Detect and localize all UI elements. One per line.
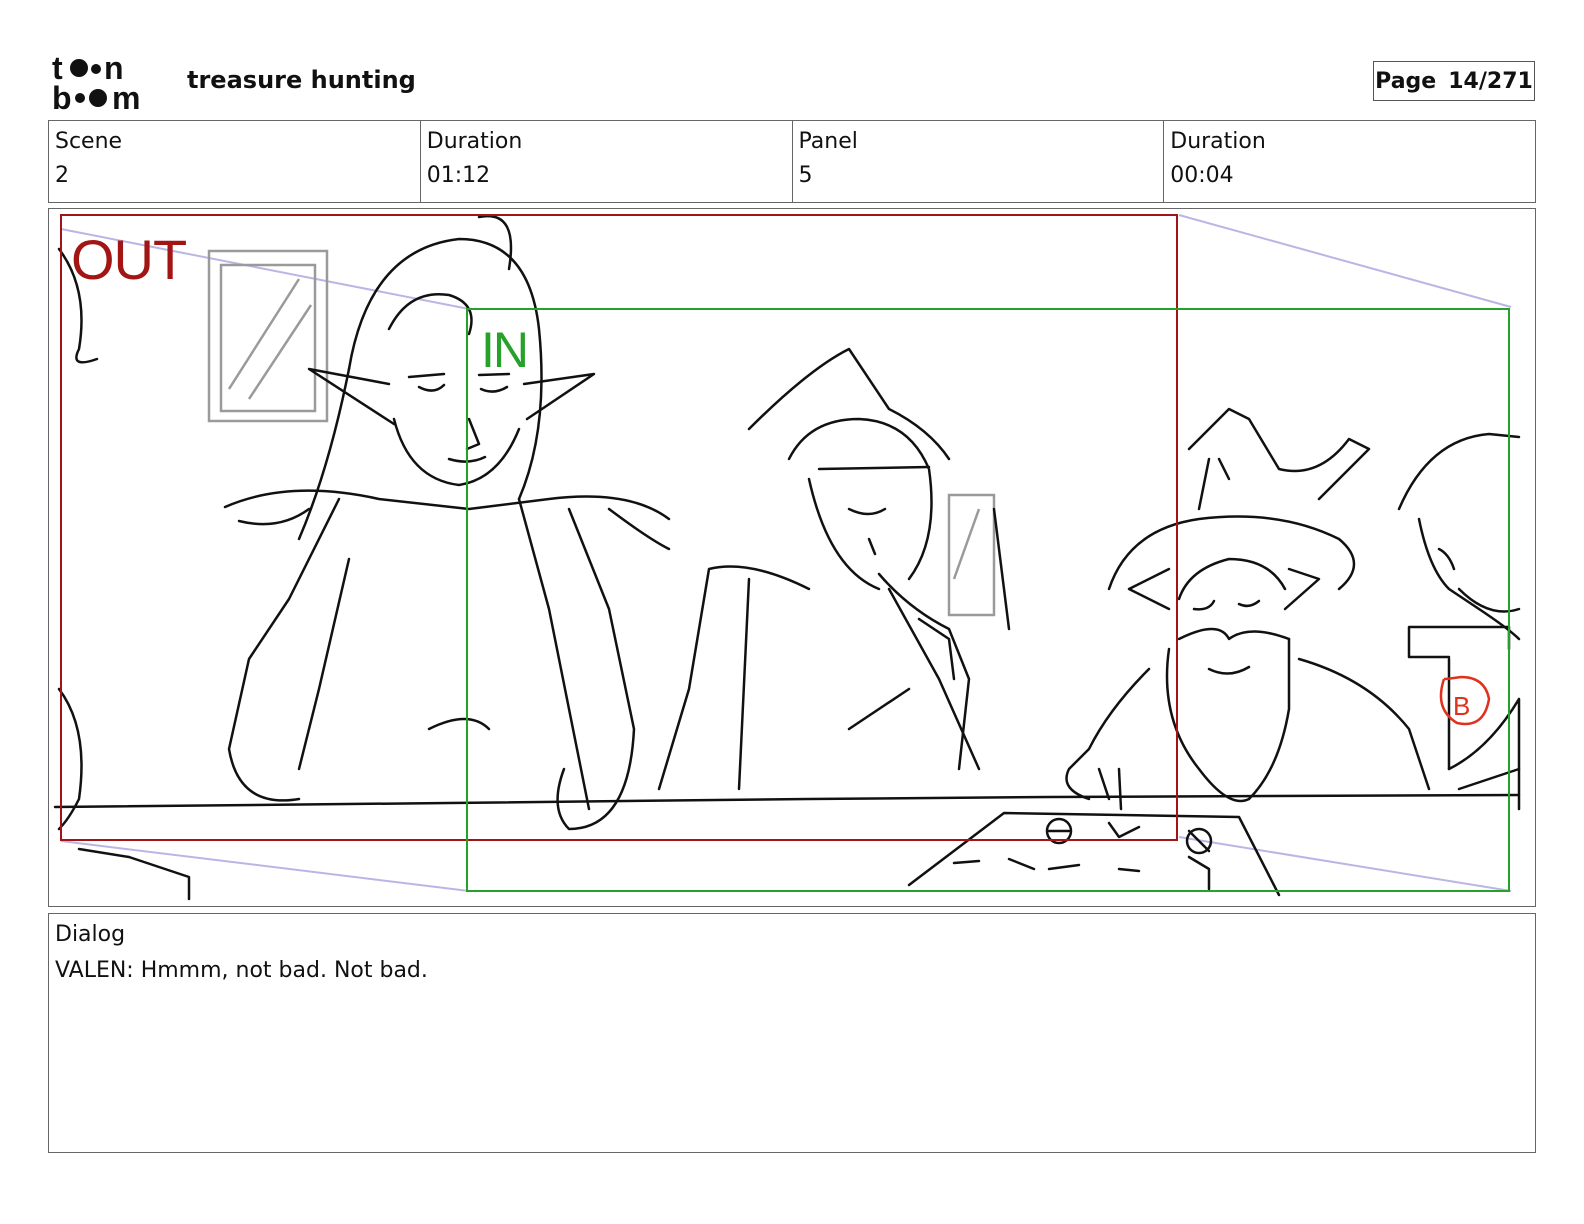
scene-cell: Scene 2 [49, 121, 421, 202]
scene-duration-value: 01:12 [426, 163, 491, 188]
camera-move-guides [60, 214, 1512, 892]
in-frame-label: IN [481, 322, 529, 378]
panel-duration-cell: Duration 00:04 [1164, 121, 1535, 202]
in-camera-frame [466, 308, 1510, 892]
scene-value: 2 [55, 163, 69, 188]
svg-text:b: b [52, 80, 72, 112]
storyboard-panel-image: B OUT IN [48, 208, 1536, 907]
page-number: 14/271 [1448, 68, 1533, 94]
out-frame-label: OUT [71, 228, 187, 291]
marker-label: B [1453, 691, 1470, 721]
dialog-text: VALEN: Hmmm, not bad. Not bad. [55, 958, 428, 983]
panel-sketch: B [53, 214, 1521, 901]
background-window-sketch [207, 249, 996, 617]
panel-duration-label: Duration [1170, 129, 1266, 154]
panel-cell: Panel 5 [793, 121, 1165, 202]
dialog-label: Dialog [55, 922, 126, 947]
panel-value: 5 [798, 163, 813, 188]
panel-label: Panel [798, 129, 858, 154]
storyboard-info-table: Scene 2 Duration 01:12 Panel 5 Duration … [48, 120, 1536, 203]
svg-text:m: m [112, 80, 140, 112]
scene-duration-cell: Duration 01:12 [421, 121, 793, 202]
scene-label: Scene [55, 129, 123, 154]
project-title: treasure hunting [187, 66, 416, 94]
page-indicator: Page 14/271 [1373, 61, 1535, 101]
toon-boom-logo: t n b m [52, 50, 164, 116]
dialog-section: Dialog VALEN: Hmmm, not bad. Not bad. [48, 913, 1536, 1153]
scene-duration-label: Duration [426, 129, 523, 154]
page-label: Page [1375, 68, 1437, 94]
panel-duration-value: 00:04 [1170, 163, 1234, 188]
